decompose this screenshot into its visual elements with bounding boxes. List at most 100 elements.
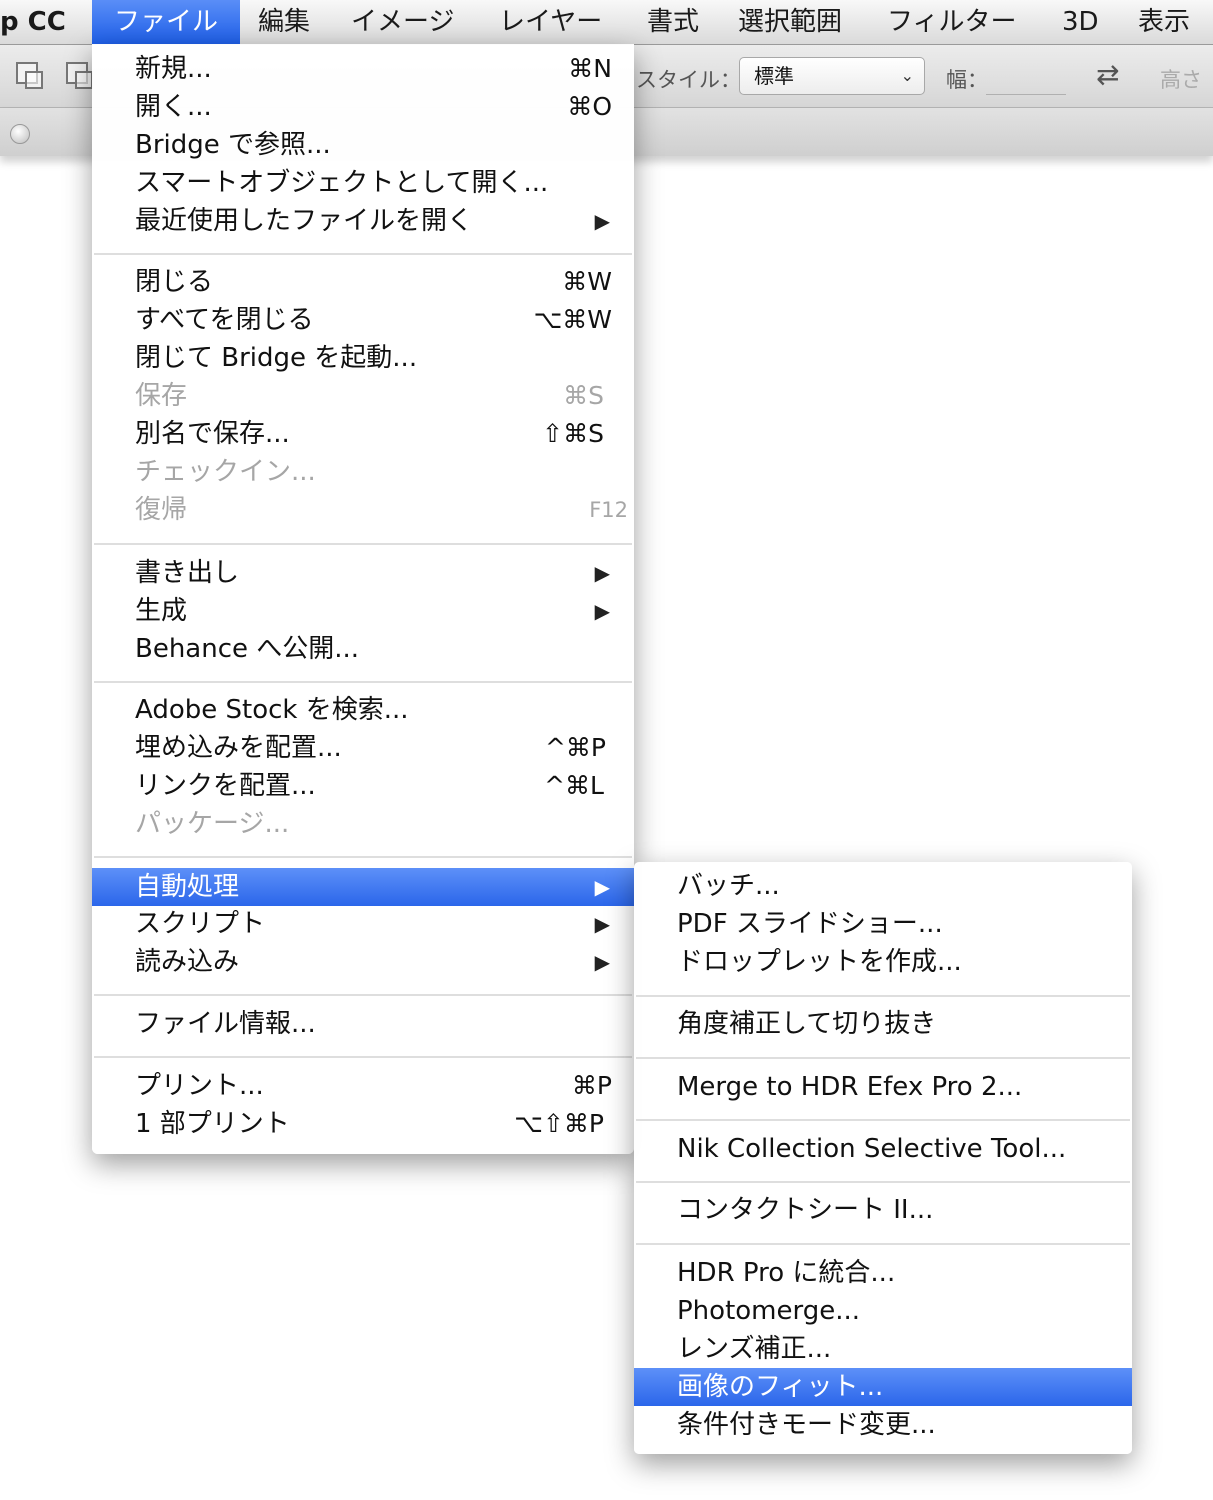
menu-item-label: 埋め込みを配置... <box>135 733 342 763</box>
menu-item-browse-in-bridge[interactable]: Bridge で参照... <box>92 126 634 164</box>
menu-item-automate[interactable]: 自動処理 ▶ <box>92 868 634 906</box>
menu-item-check-in: チェックイン... <box>92 453 634 491</box>
menu-item-label: Adobe Stock を検索... <box>135 695 409 725</box>
menu-item-close[interactable]: 閉じる ⌘W <box>92 263 634 301</box>
menu-separator <box>94 253 632 255</box>
swap-arrows-icon[interactable]: ⇄ <box>1096 58 1119 91</box>
menu-item-label: PDF スライドショー... <box>677 909 943 939</box>
menu-item-label: リンクを配置... <box>135 771 316 801</box>
menu-item-close-all[interactable]: すべてを閉じる ⌥⌘W <box>92 301 634 339</box>
menu-item-shortcut: ⌘S <box>563 381 604 410</box>
menu-type[interactable]: 書式 <box>647 0 699 44</box>
menu-item-label: 別名で保存... <box>135 419 290 449</box>
menu-item-close-and-go-to-bridge[interactable]: 閉じて Bridge を起動... <box>92 339 634 377</box>
menu-item-print[interactable]: プリント... ⌘P <box>92 1067 634 1105</box>
submenu-item-lens-correction[interactable]: レンズ補正... <box>634 1330 1132 1368</box>
menu-item-label: 自動処理 <box>135 872 240 902</box>
new-selection-icon[interactable] <box>16 62 43 89</box>
menu-image[interactable]: イメージ <box>351 0 454 44</box>
menu-item-label: チェックイン... <box>135 457 316 487</box>
submenu-item-conditional-mode-change[interactable]: 条件付きモード変更... <box>634 1406 1132 1444</box>
menu-item-generate[interactable]: 生成 ▶ <box>92 592 634 630</box>
menu-item-label: スマートオブジェクトとして開く... <box>135 168 549 198</box>
menu-item-label: 生成 <box>135 596 188 626</box>
menu-separator <box>94 543 632 545</box>
submenu-item-merge-to-hdr-pro[interactable]: HDR Pro に統合... <box>634 1254 1132 1292</box>
app-menu[interactable]: p CC <box>0 0 66 44</box>
menu-item-label: 閉じて Bridge を起動... <box>135 343 418 373</box>
menu-file[interactable]: ファイル <box>92 0 240 44</box>
menu-item-label: Merge to HDR Efex Pro 2... <box>677 1072 1023 1102</box>
height-label: 高さ <box>1160 68 1202 92</box>
menu-item-print-one-copy[interactable]: 1 部プリント ⌥⇧⌘P <box>92 1105 634 1143</box>
menu-item-label: ファイル情報... <box>135 1009 316 1039</box>
submenu-arrow-icon: ▶ <box>594 209 610 233</box>
add-selection-icon[interactable] <box>66 62 93 89</box>
menu-separator <box>636 1243 1130 1245</box>
menu-filter[interactable]: フィルター <box>887 0 1016 44</box>
menu-item-label: 開く... <box>135 92 212 122</box>
menu-item-export[interactable]: 書き出し ▶ <box>92 554 634 592</box>
menu-separator <box>636 1119 1130 1121</box>
menu-item-label: プリント... <box>135 1071 264 1101</box>
menu-item-save: 保存 ⌘S <box>92 377 634 415</box>
style-label: スタイル： <box>636 68 741 92</box>
menubar: p CC ファイル 編集 イメージ レイヤー 書式 選択範囲 フィルター 3D … <box>0 0 1213 45</box>
menu-separator <box>636 1057 1130 1059</box>
submenu-item-merge-to-hdr-efex[interactable]: Merge to HDR Efex Pro 2... <box>634 1068 1132 1106</box>
menu-item-scripts[interactable]: スクリプト ▶ <box>92 905 634 943</box>
submenu-item-batch[interactable]: バッチ... <box>634 867 1132 905</box>
menu-item-search-adobe-stock[interactable]: Adobe Stock を検索... <box>92 691 634 729</box>
menu-item-file-info[interactable]: ファイル情報... <box>92 1005 634 1043</box>
file-menu: 新規... ⌘N 開く... ⌘O Bridge で参照... スマートオブジェ… <box>92 44 634 1154</box>
menu-separator <box>636 995 1130 997</box>
menu-item-save-as[interactable]: 別名で保存... ⇧⌘S <box>92 415 634 453</box>
menu-item-shortcut: ⌘O <box>567 92 612 121</box>
menu-item-label: 最近使用したファイルを開く <box>135 206 474 236</box>
width-label: 幅： <box>946 68 988 92</box>
menu-item-package: パッケージ... <box>92 805 634 843</box>
menu-item-open-as-smart-object[interactable]: スマートオブジェクトとして開く... <box>92 164 634 202</box>
chevron-down-icon: ⌄ <box>900 66 914 85</box>
menu-item-place-linked[interactable]: リンクを配置... ^⌘L <box>92 767 634 805</box>
menu-item-label: 新規... <box>135 54 212 84</box>
submenu-arrow-icon: ▶ <box>594 599 610 623</box>
menu-item-shortcut: F12 <box>589 498 628 522</box>
menu-item-import[interactable]: 読み込み ▶ <box>92 943 634 981</box>
menu-item-shortcut: ^⌘P <box>544 733 606 762</box>
menu-separator <box>94 681 632 683</box>
menu-item-shortcut: ^⌘L <box>544 771 604 800</box>
submenu-arrow-icon: ▶ <box>594 950 610 974</box>
menu-item-label: 復帰 <box>135 495 188 525</box>
submenu-item-create-droplet[interactable]: ドロップレットを作成... <box>634 943 1132 981</box>
menu-separator <box>94 856 632 858</box>
menu-item-place-embedded[interactable]: 埋め込みを配置... ^⌘P <box>92 729 634 767</box>
menu-select[interactable]: 選択範囲 <box>738 0 842 44</box>
submenu-item-photomerge[interactable]: Photomerge... <box>634 1292 1132 1330</box>
menu-item-label: HDR Pro に統合... <box>677 1258 896 1288</box>
menu-item-label: 読み込み <box>135 947 240 977</box>
submenu-item-fit-image[interactable]: 画像のフィット... <box>634 1368 1132 1406</box>
submenu-item-crop-and-straighten[interactable]: 角度補正して切り抜き <box>634 1005 1132 1043</box>
menu-item-open-recent[interactable]: 最近使用したファイルを開く ▶ <box>92 202 634 240</box>
menu-layer[interactable]: レイヤー <box>499 0 602 44</box>
width-field[interactable] <box>986 60 1066 95</box>
submenu-item-pdf-slideshow[interactable]: PDF スライドショー... <box>634 905 1132 943</box>
menu-item-label: 角度補正して切り抜き <box>677 1009 937 1039</box>
menu-item-share-on-behance[interactable]: Behance へ公開... <box>92 630 634 668</box>
style-select[interactable]: 標準 ⌄ <box>739 57 925 95</box>
submenu-item-nik-selective-tool[interactable]: Nik Collection Selective Tool... <box>634 1130 1132 1168</box>
menu-item-shortcut: ⌥⌘W <box>533 305 612 334</box>
menu-item-label: 閉じる <box>135 267 214 297</box>
menu-item-label: バッチ... <box>677 871 780 901</box>
menu-item-label: 保存 <box>135 381 188 411</box>
menu-3d[interactable]: 3D <box>1062 0 1099 44</box>
menu-item-new[interactable]: 新規... ⌘N <box>92 50 634 88</box>
menu-item-open[interactable]: 開く... ⌘O <box>92 88 634 126</box>
menu-edit[interactable]: 編集 <box>258 0 310 44</box>
menu-item-label: Photomerge... <box>677 1296 861 1326</box>
submenu-item-contact-sheet[interactable]: コンタクトシート II... <box>634 1191 1132 1229</box>
status-circle-icon <box>10 124 30 144</box>
menu-view[interactable]: 表示 <box>1138 0 1190 44</box>
menu-item-label: Behance へ公開... <box>135 634 360 664</box>
